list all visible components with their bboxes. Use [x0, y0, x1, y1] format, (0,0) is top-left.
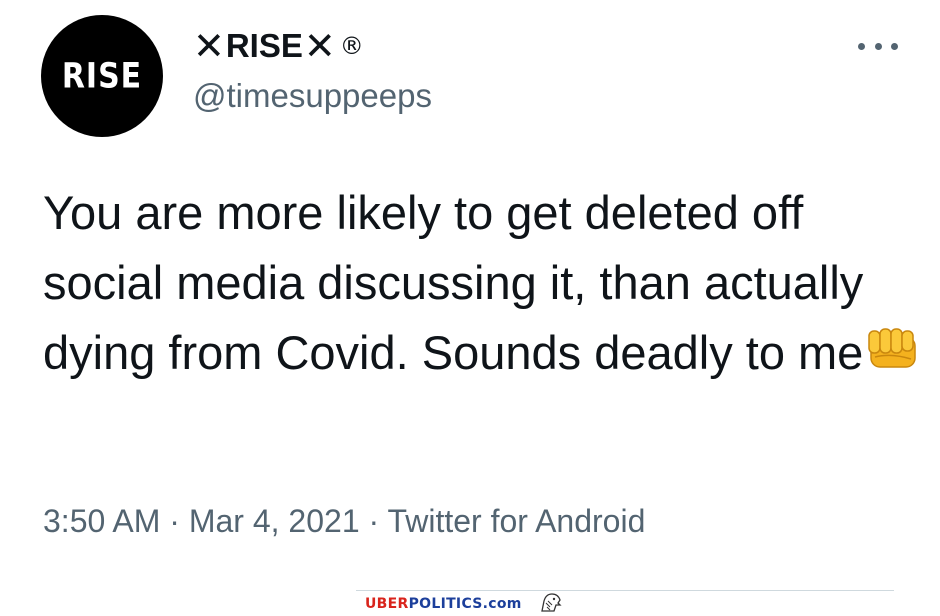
tweet-body: You are more likely to get deleted off s… [43, 186, 864, 379]
user-handle[interactable]: @timesuppeeps [193, 77, 432, 115]
meta-separator: · [359, 503, 388, 539]
tweet-card: RISE ✕ RISE ✕ ® @timesuppeeps You are mo… [0, 0, 940, 616]
oncoming-fist-icon [865, 322, 921, 392]
avatar[interactable]: RISE [41, 15, 163, 137]
eagle-icon [538, 591, 564, 616]
watermark: UBER POLITICS.com [365, 591, 564, 616]
more-dot [858, 42, 865, 50]
tweet-date-link[interactable]: Mar 4, 2021 [189, 503, 360, 539]
tweet-meta: 3:50 AM · Mar 4, 2021 · Twitter for Andr… [43, 503, 645, 540]
display-name-text: RISE [225, 27, 303, 64]
display-name-prefix: ✕ [193, 24, 225, 68]
footer-divider [356, 590, 894, 591]
more-dot [874, 42, 882, 50]
watermark-part-blue: POLITICS.com [408, 596, 522, 612]
avatar-logo-text: RISE [61, 55, 143, 97]
registered-mark: ® [339, 32, 364, 60]
tweet-text: You are more likely to get deleted off s… [43, 178, 923, 392]
tweet-source-link[interactable]: Twitter for Android [387, 503, 645, 539]
more-options-button[interactable] [858, 32, 898, 60]
meta-separator: · [160, 503, 189, 539]
display-name[interactable]: ✕ RISE ✕ ® [193, 24, 364, 68]
tweet-time-link[interactable]: 3:50 AM [43, 503, 160, 539]
watermark-part-red: UBER [365, 596, 409, 612]
display-name-suffix: ✕ [303, 24, 336, 68]
more-dot [891, 42, 898, 50]
